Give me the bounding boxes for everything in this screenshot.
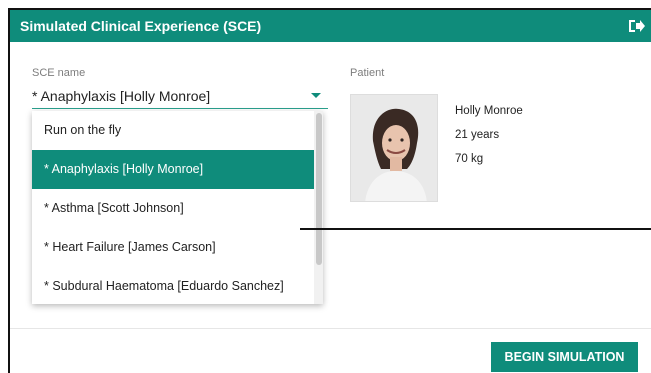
callout-line: [300, 228, 651, 230]
patient-label: Patient: [350, 67, 385, 79]
dropdown-option-heart-failure[interactable]: * Heart Failure [James Carson]: [32, 228, 314, 267]
sce-name-label: SCE name: [32, 67, 86, 79]
patient-weight: 70 kg: [455, 153, 484, 165]
dropdown-option-asthma[interactable]: * Asthma [Scott Johnson]: [32, 189, 314, 228]
chevron-down-icon[interactable]: [311, 93, 321, 98]
sce-window: Simulated Clinical Experience (SCE) SCE …: [8, 8, 651, 373]
dropdown-option-anaphylaxis[interactable]: * Anaphylaxis [Holly Monroe]: [32, 150, 314, 189]
patient-photo: [350, 94, 438, 202]
patient-age: 21 years: [455, 129, 500, 141]
sce-dropdown-menu: Run on the fly * Anaphylaxis [Holly Monr…: [32, 111, 323, 304]
title-bar: Simulated Clinical Experience (SCE): [10, 10, 651, 42]
begin-simulation-button[interactable]: BEGIN SIMULATION: [491, 342, 638, 372]
patient-portrait-image: [351, 95, 437, 201]
sign-out-icon[interactable]: [627, 17, 645, 35]
dropdown-scrollbar[interactable]: [314, 111, 323, 304]
sce-select-underline: [32, 108, 328, 109]
patient-name: Holly Monroe: [455, 105, 523, 117]
window-title: Simulated Clinical Experience (SCE): [20, 18, 262, 34]
dropdown-scrollbar-thumb[interactable]: [316, 113, 322, 265]
footer-divider: [10, 328, 651, 329]
dropdown-option-run-on-the-fly[interactable]: Run on the fly: [32, 111, 314, 150]
dropdown-option-subdural-haematoma[interactable]: * Subdural Haematoma [Eduardo Sanchez]: [32, 267, 314, 304]
sce-select-value[interactable]: * Anaphylaxis [Holly Monroe]: [32, 88, 210, 104]
